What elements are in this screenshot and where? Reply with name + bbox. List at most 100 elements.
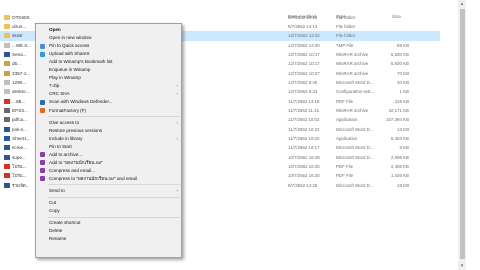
- menu-item-give-access-to[interactable]: Give access to ›: [36, 119, 181, 127]
- pdf-icon: [4, 173, 10, 179]
- file-date: 9/7/2562 14:25: [288, 182, 318, 188]
- file-date: 10/7/2562 16:30: [288, 173, 320, 179]
- menu-item-add-to-rar[interactable]: Add to "ผลงานนักเรียน.rar": [36, 159, 181, 167]
- file-date: 10/7/2562 16:45: [288, 164, 320, 170]
- menu-item-compress-to-rar-and-email[interactable]: Compress to "ผลงานนักเรียน.rar" and emai…: [36, 175, 181, 183]
- winrar-icon: [40, 168, 45, 174]
- folder-icon: [4, 14, 10, 20]
- file-type: File folder: [336, 33, 356, 39]
- file-type: Microsoft Word D...: [336, 126, 374, 132]
- chevron-right-icon: ›: [176, 83, 179, 89]
- file-date: 11/7/2562 13:18: [288, 98, 320, 104]
- menu-item-cut[interactable]: Cut: [36, 199, 181, 207]
- menu-item-label: CRC SHA: [49, 91, 70, 97]
- file-name: 2357-1...: [12, 70, 31, 76]
- winrar-icon: [40, 176, 45, 182]
- chevron-right-icon: ›: [176, 187, 179, 193]
- file-type: WinRAR archive: [336, 108, 369, 113]
- menu-item-pin-to-quick-access[interactable]: Pin to Quick access: [36, 42, 181, 50]
- menu-item-rename[interactable]: Rename: [36, 235, 181, 243]
- file-size: 18 KB: [397, 182, 409, 188]
- menu-item-pin-to-start[interactable]: Pin to Start: [36, 143, 181, 151]
- file-row[interactable]: OTK60X 9/7/2562 14:13 File folder: [0, 13, 440, 22]
- file-type: Configuration sett...: [336, 89, 375, 95]
- menu-item-label: Add to "ผลงานนักเรียน.rar": [49, 159, 103, 165]
- menu-item-crc-sha[interactable]: CRC SHA ›: [36, 90, 181, 98]
- chevron-right-icon: ›: [176, 119, 179, 125]
- file-type: Application: [336, 136, 358, 142]
- scroll-up-icon[interactable]: ▲: [458, 0, 466, 8]
- file-name: ...WE.0...: [12, 42, 31, 48]
- file-type: Microsoft Word D...: [336, 154, 374, 160]
- file-type: WinRAR archive: [336, 61, 369, 67]
- menu-item-delete[interactable]: Delete: [36, 227, 181, 235]
- file-name: supe...: [12, 154, 26, 160]
- winrar-icon: [40, 152, 45, 158]
- file-name: deskto...: [12, 89, 30, 95]
- menu-separator: [48, 184, 180, 186]
- menu-item-label: Cut: [49, 200, 57, 205]
- file-icon: [4, 89, 10, 95]
- menu-item-7-zip[interactable]: 7-Zip ›: [36, 82, 181, 90]
- file-name: d5...: [12, 61, 21, 67]
- menu-item-enqueue-in-winamp[interactable]: Enqueue in Winamp: [36, 66, 181, 74]
- file-type: PDF File: [336, 98, 354, 104]
- menu-item-label: Open: [49, 27, 61, 32]
- menu-item-restore-previous-versions[interactable]: Restore previous versions: [36, 127, 181, 135]
- doc-icon: [4, 182, 10, 188]
- file-type: File folder: [336, 23, 356, 29]
- pin-icon: [40, 43, 45, 49]
- menu-item-label: Create shortcut: [49, 220, 81, 226]
- menu-item-copy[interactable]: Copy: [36, 207, 181, 215]
- doc-icon: [4, 51, 10, 57]
- menu-item-scan-with-windows-defender[interactable]: Scan with Windows Defender...: [36, 98, 181, 106]
- menu-item-formatfactory-f[interactable]: FormatFactory (F): [36, 107, 181, 115]
- file-date: 11/7/2562 10:02: [288, 117, 320, 123]
- menu-item-add-to-archive[interactable]: Add to archive...: [36, 151, 181, 159]
- file-size: 1 KB: [399, 89, 409, 95]
- menu-item-add-to-winamp-s-bookmark-list[interactable]: Add to Winamp's Bookmark list: [36, 58, 181, 66]
- pdf-icon: [4, 164, 10, 170]
- file-date: 12/7/2562 10:17: [288, 61, 320, 67]
- chevron-right-icon: ›: [176, 135, 179, 141]
- file-name: ulrun...: [12, 23, 27, 29]
- menu-item-label: Compress to "ผลงานนักเรียน.rar" and emai…: [49, 175, 137, 181]
- file-size: 167,394 KB: [386, 117, 409, 123]
- zip-icon: [4, 70, 10, 76]
- folder-icon: [4, 33, 10, 39]
- defender-icon: [40, 99, 45, 105]
- file-date: 12/7/2562 13:30: [288, 42, 320, 48]
- file-size: 42,171 KB: [388, 108, 409, 113]
- scroll-down-icon[interactable]: ▼: [458, 262, 466, 270]
- file-name: Sheet1...: [12, 136, 31, 142]
- file-name: ร่วมจัด...: [12, 182, 30, 188]
- doc-icon: [4, 136, 10, 142]
- menu-item-include-in-library[interactable]: Include in library ›: [36, 135, 181, 143]
- menu-item-open[interactable]: Open: [36, 26, 181, 34]
- menu-item-label: 7-Zip: [49, 83, 60, 89]
- file-type: Microsoft Word D...: [336, 145, 374, 151]
- chevron-right-icon: ›: [176, 91, 179, 97]
- menu-item-compress-and-email[interactable]: Compress and email...: [36, 167, 181, 175]
- file-size: 9 KB: [399, 145, 409, 151]
- file-name: pok-s...: [12, 126, 28, 132]
- menu-item-play-in-winamp[interactable]: Play in Winamp: [36, 74, 181, 82]
- menu-item-upload-with-sharex[interactable]: Upload with ShareX: [36, 50, 181, 58]
- file-size: 70 KB: [397, 70, 409, 76]
- folder-icon: [4, 23, 10, 29]
- file-size: 1,436 KB: [390, 173, 409, 179]
- formatfactory-icon: [40, 108, 45, 113]
- scroll-thumb[interactable]: [459, 9, 465, 259]
- app-icon: [4, 117, 10, 123]
- menu-item-label: Restore previous versions: [49, 127, 103, 133]
- file-size: 5,930 KB: [390, 51, 409, 57]
- file-size: 88 KB: [397, 42, 409, 48]
- menu-item-label: Scan with Windows Defender...: [49, 99, 113, 105]
- file-size: 5,403 KB: [390, 136, 409, 142]
- menu-item-create-shortcut[interactable]: Create shortcut: [36, 219, 181, 227]
- vertical-scrollbar[interactable]: ▲ ▼: [458, 0, 466, 270]
- menu-item-open-in-new-window[interactable]: Open in new window: [36, 34, 181, 42]
- menu-item-label: Copy: [49, 208, 60, 214]
- menu-item-send-to[interactable]: Send to ›: [36, 187, 181, 195]
- menu-separator: [48, 216, 180, 218]
